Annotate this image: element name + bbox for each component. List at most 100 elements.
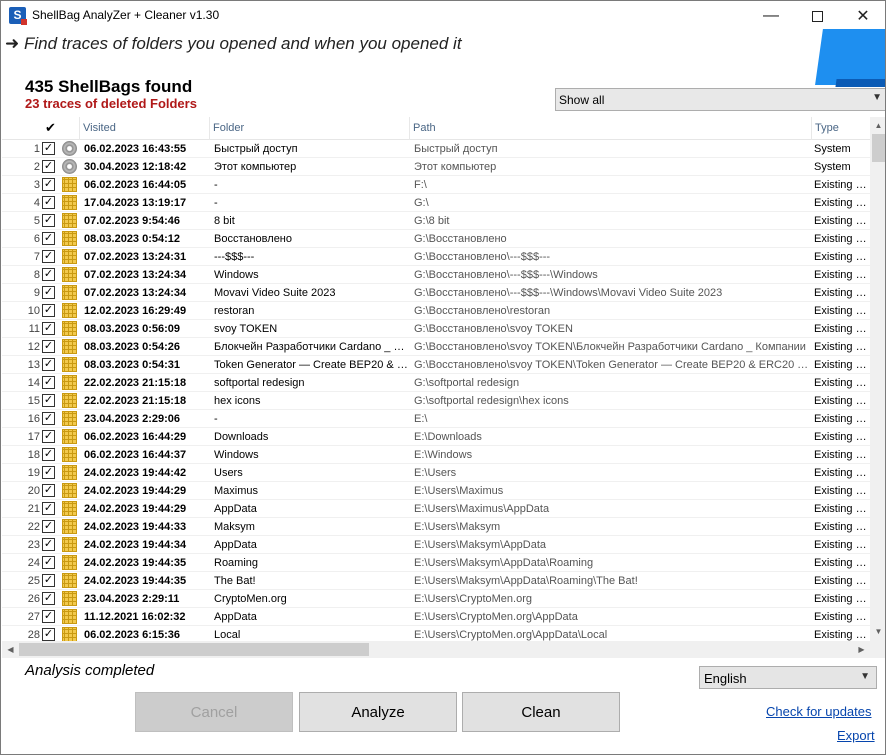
table-row[interactable]: 10 ✓ 12.02.2023 16:29:49 restoran G:\Восстан… (2, 302, 870, 320)
minimize-button[interactable]: — (748, 1, 794, 31)
row-checkbox[interactable]: ✓ (42, 484, 55, 497)
table-row[interactable]: 5 ✓ 07.02.2023 9:54:46 8 bit G:\8 bit Existin… (2, 212, 870, 230)
row-checkbox[interactable]: ✓ (42, 376, 55, 389)
row-checkbox[interactable]: ✓ (42, 592, 55, 605)
row-checkbox[interactable]: ✓ (42, 394, 55, 407)
table-row[interactable]: 9 ✓ 07.02.2023 13:24:34 Movavi Video Suite … (2, 284, 870, 302)
row-checkbox[interactable]: ✓ (42, 268, 55, 281)
visited-cell: 23.04.2023 2:29:11 (84, 593, 180, 605)
scroll-right-arrow-icon[interactable]: ▶ (853, 641, 870, 658)
row-checkbox[interactable]: ✓ (42, 214, 55, 227)
row-checkbox[interactable]: ✓ (42, 232, 55, 245)
table-row[interactable]: 26 ✓ 23.04.2023 2:29:11 CryptoMen.org E:\Use… (2, 590, 870, 608)
vertical-scroll-thumb[interactable] (872, 134, 885, 162)
language-dropdown[interactable]: English ▼ (699, 666, 877, 689)
row-checkbox[interactable]: ✓ (42, 502, 55, 515)
row-checkbox[interactable]: ✓ (42, 250, 55, 263)
table-row[interactable]: 12 ✓ 08.03.2023 0:54:26 Блокчейн Разработчи… (2, 338, 870, 356)
row-checkbox[interactable]: ✓ (42, 412, 55, 425)
table-row[interactable]: 7 ✓ 07.02.2023 13:24:31 ---$$$--- G:\Восстан… (2, 248, 870, 266)
table-row[interactable]: 14 ✓ 22.02.2023 21:15:18 softportal redesig… (2, 374, 870, 392)
table-row[interactable]: 24 ✓ 24.02.2023 19:44:35 Roaming E:\Users\Ma… (2, 554, 870, 572)
row-checkbox[interactable]: ✓ (42, 556, 55, 569)
table-row[interactable]: 23 ✓ 24.02.2023 19:44:34 AppData E:\Users\Ma… (2, 536, 870, 554)
horizontal-scroll-thumb[interactable] (19, 643, 369, 656)
row-checkbox[interactable]: ✓ (42, 520, 55, 533)
clean-button[interactable]: Clean (462, 692, 620, 732)
row-checkbox[interactable]: ✓ (42, 430, 55, 443)
maximize-button[interactable] (794, 1, 840, 31)
row-checkbox[interactable]: ✓ (42, 142, 55, 155)
row-number: 11 (28, 323, 40, 335)
table-row[interactable]: 1 ✓ 06.02.2023 16:43:55 Быстрый доступ Быстр… (2, 140, 870, 158)
folder-cell: Windows (214, 269, 259, 281)
column-header-path[interactable]: Path (409, 117, 811, 140)
row-checkbox[interactable]: ✓ (42, 196, 55, 209)
row-checkbox[interactable]: ✓ (42, 304, 55, 317)
check-updates-link[interactable]: Check for updates (766, 704, 872, 719)
table-row[interactable]: 8 ✓ 07.02.2023 13:24:34 Windows G:\Восстанов… (2, 266, 870, 284)
row-checkbox[interactable]: ✓ (42, 178, 55, 191)
folder-icon (62, 195, 77, 210)
path-cell: G:\Восстановлено\---$$$--- (414, 251, 551, 263)
table-row[interactable]: 27 ✓ 11.12.2021 16:02:32 AppData E:\Users\Cr… (2, 608, 870, 626)
table-row[interactable]: 15 ✓ 22.02.2023 21:15:18 hex icons G:\softpo… (2, 392, 870, 410)
table-row[interactable]: 16 ✓ 23.04.2023 2:29:06 - E:\ Existing Fol (2, 410, 870, 428)
scroll-down-arrow-icon[interactable]: ▼ (870, 623, 885, 640)
table-row[interactable]: 22 ✓ 24.02.2023 19:44:33 Maksym E:\Users\Mak… (2, 518, 870, 536)
visited-cell: 22.02.2023 21:15:18 (84, 395, 187, 407)
row-checkbox[interactable]: ✓ (42, 160, 55, 173)
analyze-button[interactable]: Analyze (299, 692, 457, 732)
row-checkbox[interactable]: ✓ (42, 466, 55, 479)
type-cell: System (814, 161, 851, 173)
table-row[interactable]: 25 ✓ 24.02.2023 19:44:35 The Bat! E:\Users\M… (2, 572, 870, 590)
maximize-icon (811, 10, 823, 22)
table-row[interactable]: 6 ✓ 08.03.2023 0:54:12 Восстановлено G:\Восс… (2, 230, 870, 248)
row-number: 18 (27, 449, 40, 461)
type-cell: Existing Fol (814, 557, 870, 569)
table-row[interactable]: 21 ✓ 24.02.2023 19:44:29 AppData E:\Users\Ma… (2, 500, 870, 518)
filter-dropdown[interactable]: Show all ▼ (555, 88, 885, 111)
table-row[interactable]: 11 ✓ 08.03.2023 0:56:09 svoy TOKEN G:\Восста… (2, 320, 870, 338)
table-header: ✔ Visited Folder Path Type (2, 117, 870, 140)
folder-icon (62, 555, 77, 570)
row-checkbox[interactable]: ✓ (42, 628, 55, 641)
status-text: Analysis completed (25, 662, 155, 679)
table-row[interactable]: 13 ✓ 08.03.2023 0:54:31 Token Generator — C… (2, 356, 870, 374)
table-row[interactable]: 3 ✓ 06.02.2023 16:44:05 - F:\ Existing Fol (2, 176, 870, 194)
cancel-button[interactable]: Cancel (135, 692, 293, 732)
table-row[interactable]: 18 ✓ 06.02.2023 16:44:37 Windows E:\Windows E… (2, 446, 870, 464)
column-header-type[interactable]: Type (811, 117, 871, 140)
scroll-left-arrow-icon[interactable]: ◀ (2, 641, 19, 658)
close-button[interactable]: ✕ (840, 1, 885, 31)
column-header-visited[interactable]: Visited (79, 117, 209, 140)
row-checkbox[interactable]: ✓ (42, 322, 55, 335)
table-row[interactable]: 19 ✓ 24.02.2023 19:44:42 Users E:\Users Exist… (2, 464, 870, 482)
table-row[interactable]: 4 ✓ 17.04.2023 13:19:17 - G:\ Existing Fol (2, 194, 870, 212)
visited-cell: 24.02.2023 19:44:29 (84, 485, 187, 497)
select-all-checkmark[interactable]: ✔ (42, 117, 60, 140)
column-header-folder[interactable]: Folder (209, 117, 409, 140)
type-cell: Existing Fol (814, 179, 870, 191)
horizontal-scrollbar[interactable]: ◀ ▶ (2, 641, 870, 658)
row-checkbox[interactable]: ✓ (42, 340, 55, 353)
path-cell: G:\Восстановлено\svoy TOKEN\Token Genera… (414, 359, 810, 371)
gear-icon (62, 159, 77, 174)
row-checkbox[interactable]: ✓ (42, 538, 55, 551)
path-cell: E:\Users\CryptoMen.org (414, 593, 532, 605)
row-checkbox[interactable]: ✓ (42, 286, 55, 299)
folder-icon (62, 339, 77, 354)
visited-cell: 07.02.2023 13:24:34 (84, 287, 187, 299)
row-checkbox[interactable]: ✓ (42, 574, 55, 587)
vertical-scrollbar[interactable]: ▲ ▼ (870, 117, 885, 658)
scroll-up-arrow-icon[interactable]: ▲ (870, 117, 885, 134)
table-row[interactable]: 20 ✓ 24.02.2023 19:44:29 Maximus E:\Users\Ma… (2, 482, 870, 500)
folder-cell: AppData (214, 539, 257, 551)
row-checkbox[interactable]: ✓ (42, 610, 55, 623)
row-checkbox[interactable]: ✓ (42, 448, 55, 461)
export-link[interactable]: Export (837, 728, 875, 743)
folder-cell: softportal redesign (214, 377, 305, 389)
row-checkbox[interactable]: ✓ (42, 358, 55, 371)
table-row[interactable]: 17 ✓ 06.02.2023 16:44:29 Downloads E:\Downlo… (2, 428, 870, 446)
table-row[interactable]: 2 ✓ 30.04.2023 12:18:42 Этот компьютер Этот … (2, 158, 870, 176)
